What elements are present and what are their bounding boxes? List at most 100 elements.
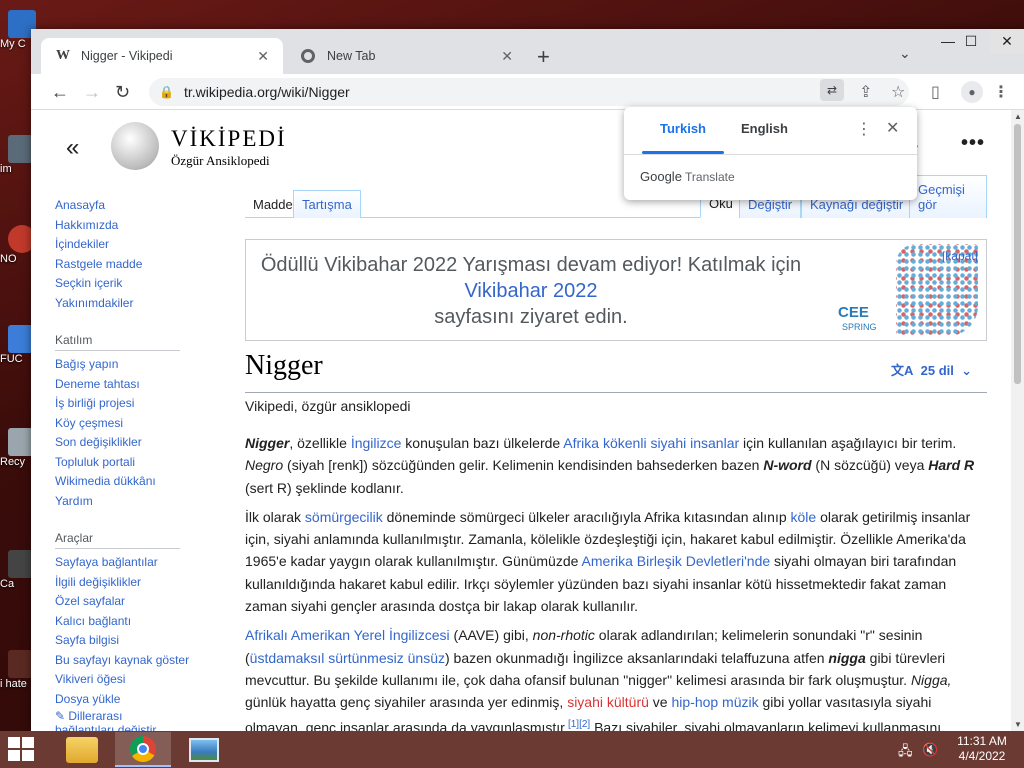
sidebar-item-topluluk-portali[interactable]: Topluluk portali — [55, 453, 205, 473]
link[interactable]: köle — [791, 509, 817, 525]
link[interactable]: üstdamaksıl sürtünmesiz ünsüz — [250, 650, 445, 666]
windows-start-icon[interactable] — [8, 737, 36, 763]
text: (sert R) şeklinde kodlanır. — [245, 479, 404, 496]
translate-label: Translate — [685, 170, 735, 184]
text: için kullanılan aşağılayıcı bir terim. — [739, 435, 957, 451]
sidebar-item-is-birligi[interactable]: İş birliği projesi — [55, 394, 205, 414]
text: ve — [648, 694, 672, 711]
network-icon[interactable]: 🖧 — [898, 742, 913, 764]
scroll-down-icon[interactable]: ▼ — [1014, 720, 1022, 729]
clock-date: 4/4/2022 — [958, 749, 1006, 763]
forward-arrow-icon[interactable]: → — [83, 82, 101, 103]
tab-gecmisi-gor[interactable]: Geçmişi gör — [909, 175, 987, 218]
sidebar-item-dosya-yukle[interactable]: Dosya yükle — [55, 690, 205, 710]
tab-tartisma[interactable]: Tartışma — [293, 190, 361, 218]
red-link[interactable]: siyahi kültürü — [567, 694, 649, 710]
side-panel-icon[interactable]: ▯ — [931, 82, 940, 102]
tab-title: New Tab — [327, 49, 376, 63]
sidebar-heading-katilim: Katılım — [55, 333, 180, 351]
campaign-banner: Ödüllü Vikibahar 2022 Yarışması devam ed… — [245, 239, 987, 341]
sidebar-item-seckin-icerik[interactable]: Seçkin içerik — [55, 274, 205, 294]
sidebar-item-hakkimizda[interactable]: Hakkımızda — [55, 216, 205, 236]
taskbar-chrome[interactable] — [115, 732, 171, 767]
sidebar-item-kalici-baglanti[interactable]: Kalıcı bağlantı — [55, 612, 205, 632]
new-tab-plus-icon[interactable]: + — [537, 44, 550, 70]
sidebar-item-sayfa-bilgisi[interactable]: Sayfa bilgisi — [55, 631, 205, 651]
taskbar: 🖧 🔇 11:31 AM 4/4/2022 — [0, 731, 1024, 768]
tab-title: Nigger - Vikipedi — [81, 49, 173, 63]
reload-icon[interactable]: ↻ — [115, 82, 130, 103]
browser-menu-icon[interactable]: ⋮ — [993, 82, 1009, 102]
tab-strip: W Nigger - Vikipedi ✕ New Tab ✕ + ⌄ — ☐ … — [31, 29, 1024, 74]
volume-muted-icon[interactable]: 🔇 — [922, 742, 938, 758]
bold-term: nigga — [828, 649, 866, 666]
language-selector-button[interactable]: 文A 25 dil ⌄ — [891, 360, 972, 379]
text: konuşulan bazı ülkelerde — [401, 435, 564, 451]
citation-link[interactable]: [1][2] — [568, 719, 590, 730]
chevron-down-icon: ⌄ — [961, 363, 973, 378]
translate-icon[interactable]: ⇄ — [820, 79, 844, 101]
close-tab-icon[interactable]: ✕ — [501, 48, 513, 65]
sidebar-item-ilgili-degisiklikler[interactable]: İlgili değişiklikler — [55, 573, 205, 593]
address-bar[interactable]: 🔒 tr.wikipedia.org/wiki/Nigger — [149, 78, 909, 106]
page-scrollbar[interactable]: ▲ ▼ — [1011, 110, 1024, 731]
profile-avatar-icon[interactable]: ● — [961, 81, 983, 103]
sidebar-item-ozel-sayfalar[interactable]: Özel sayfalar — [55, 592, 205, 612]
maximize-button[interactable]: ☐ — [954, 29, 988, 53]
close-icon[interactable]: ✕ — [886, 118, 899, 138]
banner-close-link[interactable]: [kapat] — [942, 249, 978, 263]
close-tab-icon[interactable]: ✕ — [257, 48, 269, 65]
sidebar-item-dillerarasi[interactable]: ✎ Dillerarası — [55, 709, 205, 723]
italic-term: non-rhotic — [532, 627, 595, 644]
sidebar-item-anasayfa[interactable]: Anasayfa — [55, 196, 205, 216]
sidebar-toggle-icon[interactable]: « — [66, 134, 79, 162]
link[interactable]: Amerika Birleşik Devletleri'nde — [582, 553, 771, 569]
tab-search-chevron-icon[interactable]: ⌄ — [899, 45, 911, 62]
sidebar: Anasayfa Hakkımızda İçindekiler Rastgele… — [55, 196, 205, 731]
scroll-up-icon[interactable]: ▲ — [1014, 112, 1022, 121]
scrollbar-thumb[interactable] — [1014, 124, 1021, 384]
source-language-tab[interactable]: Turkish — [660, 121, 706, 136]
clock-time: 11:31 AM — [957, 734, 1007, 748]
article-body: Nigger, özellikle İngilizce konuşulan ba… — [245, 432, 987, 731]
share-icon[interactable]: ⇪ — [859, 82, 872, 102]
target-language-tab[interactable]: English — [741, 121, 788, 136]
sidebar-item-vikiveri[interactable]: Vikiveri öğesi — [55, 670, 205, 690]
site-wordmark[interactable]: VİKİPEDİ — [171, 126, 287, 152]
link[interactable]: Afrikalı Amerikan Yerel İngilizcesi — [245, 627, 450, 643]
bookmark-star-icon[interactable]: ☆ — [891, 82, 905, 102]
link[interactable]: İngilizce — [351, 435, 402, 451]
tab-vikipedi[interactable]: W Nigger - Vikipedi ✕ — [41, 38, 283, 74]
text: döneminde sömürgeci ülkeler aracılığıyla… — [382, 508, 791, 525]
sidebar-item-bagis[interactable]: Bağış yapın — [55, 355, 205, 375]
google-translate-branding: Google Translate — [640, 169, 735, 184]
sidebar-item-yakinimdakiler[interactable]: Yakınımdakiler — [55, 294, 205, 314]
more-menu-icon[interactable]: ••• — [961, 132, 985, 155]
link[interactable]: sömürgecilik — [305, 509, 383, 525]
sidebar-item-sayfaya-baglantilar[interactable]: Sayfaya bağlantılar — [55, 553, 205, 573]
back-arrow-icon[interactable]: ← — [51, 82, 69, 103]
sidebar-item-kaynak-goster[interactable]: Bu sayfayı kaynak göster — [55, 651, 205, 671]
sidebar-item-icindekiler[interactable]: İçindekiler — [55, 235, 205, 255]
options-kebab-icon[interactable]: ⋮ — [856, 119, 872, 139]
link[interactable]: hip-hop müzik — [671, 694, 758, 710]
spring-logo-text: SPRING — [842, 322, 877, 332]
banner-line-3: sayfasını ziyaret edin. — [434, 306, 628, 328]
banner-link[interactable]: Vikibahar 2022 — [246, 280, 816, 303]
system-clock[interactable]: 11:31 AM 4/4/2022 — [950, 734, 1014, 764]
sidebar-item-deneme-tahtasi[interactable]: Deneme tahtası — [55, 375, 205, 395]
sidebar-item-dillerarasi-2[interactable]: bağlantıları değiştir — [55, 723, 205, 731]
link[interactable]: Afrika kökenli siyahi insanlar — [563, 435, 739, 451]
sidebar-item-wikimedia-dukkani[interactable]: Wikimedia dükkânı — [55, 472, 205, 492]
lock-icon[interactable]: 🔒 — [159, 85, 174, 99]
taskbar-file-explorer[interactable] — [54, 732, 110, 767]
taskbar-photos[interactable] — [176, 732, 232, 767]
sidebar-item-son-degisiklikler[interactable]: Son değişiklikler — [55, 433, 205, 453]
sidebar-item-yardim[interactable]: Yardım — [55, 492, 205, 512]
sidebar-item-rastgele-madde[interactable]: Rastgele madde — [55, 255, 205, 275]
wikipedia-globe-logo[interactable] — [111, 122, 159, 170]
site-tagline: Özgür Ansiklopedi — [171, 153, 270, 168]
sidebar-item-koy-cesmesi[interactable]: Köy çeşmesi — [55, 414, 205, 434]
tab-new-tab[interactable]: New Tab ✕ — [287, 38, 527, 74]
close-window-button[interactable]: ✕ — [990, 29, 1024, 53]
